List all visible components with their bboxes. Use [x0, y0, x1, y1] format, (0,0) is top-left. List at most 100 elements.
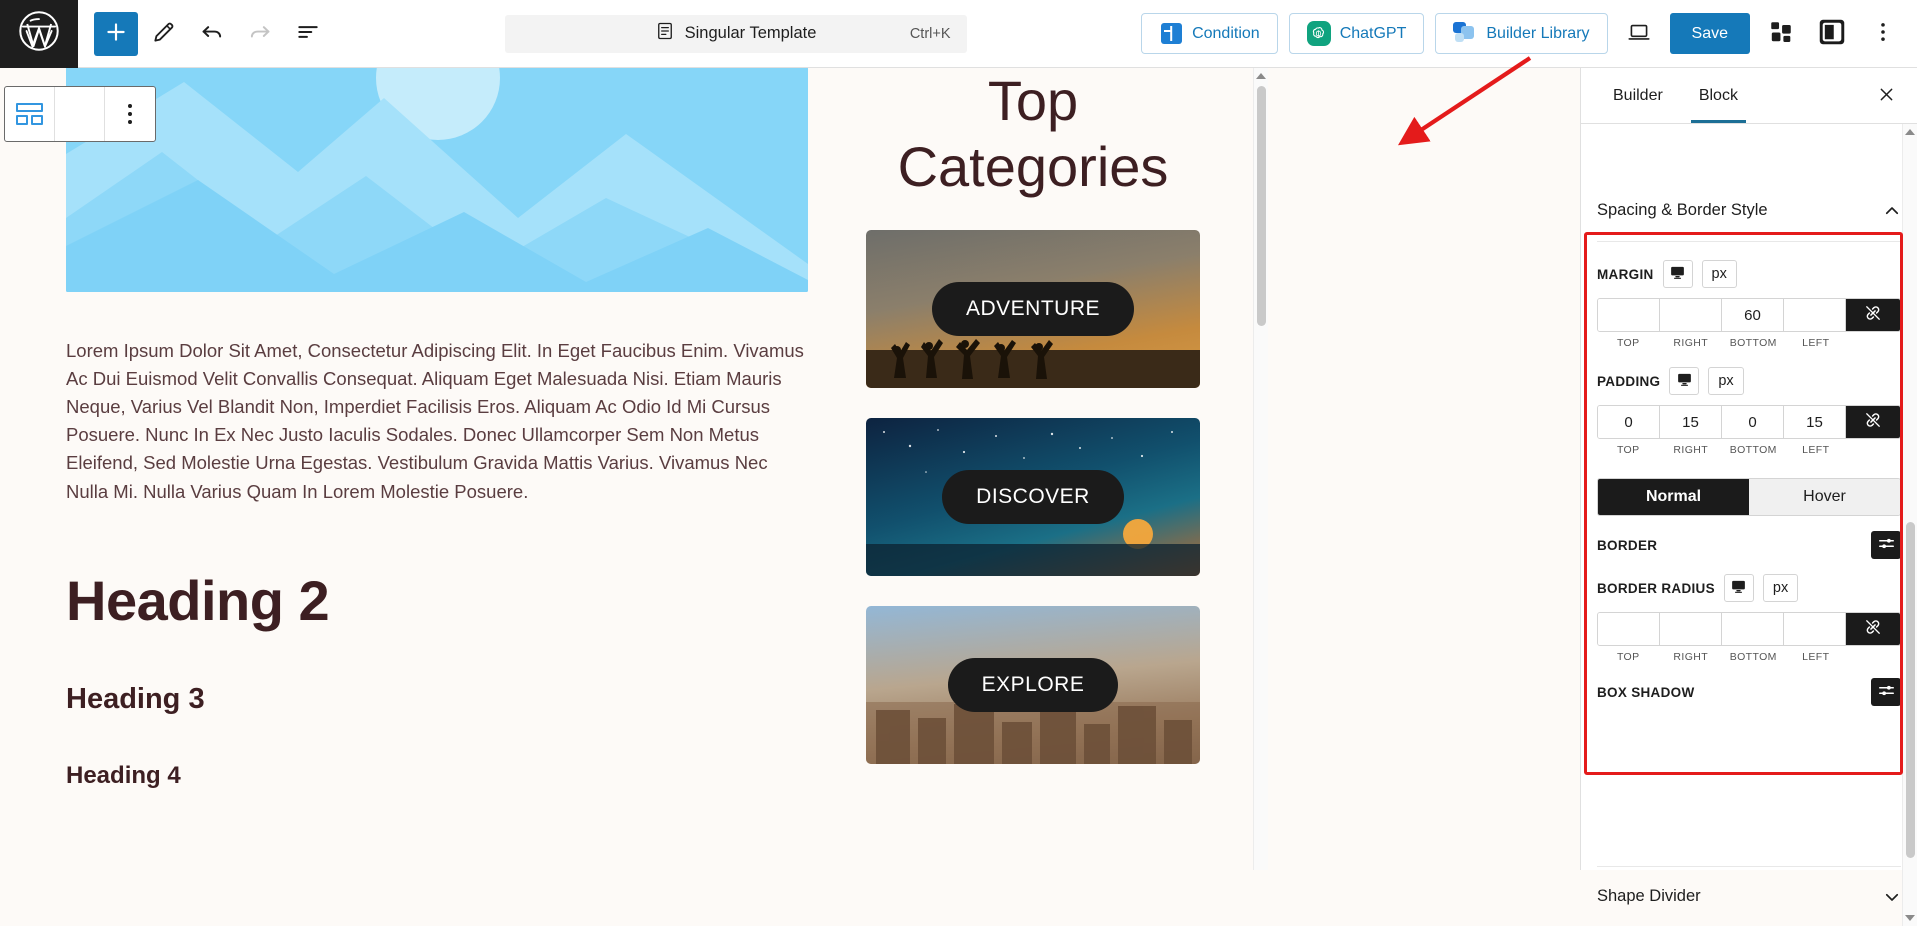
margin-left-input[interactable] [1784, 299, 1846, 331]
heading-level-2[interactable]: Heading 2 [66, 568, 808, 633]
more-options-button[interactable] [1863, 14, 1903, 54]
command-shortcut: Ctrl+K [909, 25, 951, 42]
margin-link-toggle[interactable] [1846, 299, 1900, 331]
padding-left-label: LEFT [1802, 444, 1830, 456]
preview-device-button[interactable] [1619, 14, 1659, 54]
edit-tool-button[interactable] [142, 12, 186, 56]
heading-level-4[interactable]: Heading 4 [66, 762, 808, 790]
padding-left-input[interactable] [1784, 406, 1846, 438]
block-more-options-button[interactable] [105, 87, 155, 141]
padding-link-toggle[interactable] [1846, 406, 1900, 438]
spacing-border-style-header[interactable]: Spacing & Border Style [1597, 180, 1901, 242]
document-overview-button[interactable] [286, 12, 330, 56]
border-radius-top-label: TOP [1616, 651, 1640, 663]
shape-divider-header[interactable]: Shape Divider [1597, 866, 1901, 926]
block-device-button[interactable] [55, 87, 105, 141]
sidebar-scroll-thumb[interactable] [1906, 522, 1915, 858]
settings-sidebar-toggle[interactable] [1812, 14, 1852, 54]
blocks-panel-button[interactable] [1761, 14, 1801, 54]
scroll-up-arrow-icon[interactable] [1256, 73, 1266, 79]
chevron-up-icon [1883, 202, 1901, 220]
unlink-icon [1863, 410, 1883, 435]
border-radius-right-input[interactable] [1660, 613, 1722, 645]
category-card-discover[interactable]: DISCOVER [866, 418, 1200, 577]
tab-builder[interactable]: Builder [1595, 68, 1681, 123]
padding-bottom-label: BOTTOM [1729, 444, 1777, 456]
tab-block[interactable]: Block [1681, 68, 1756, 123]
condition-button[interactable]: Condition [1141, 13, 1278, 54]
spacing-border-style-panel: Spacing & Border Style MARGIN px 60 TOP … [1581, 180, 1917, 721]
add-block-button[interactable] [94, 11, 138, 56]
padding-right-label: RIGHT [1673, 444, 1709, 456]
wordpress-logo-button[interactable] [0, 0, 78, 68]
editor-canvas[interactable]: Lorem Ipsum Dolor Sit Amet, Consectetur … [0, 68, 1268, 870]
unlink-icon [1863, 617, 1883, 642]
state-tab-hover[interactable]: Hover [1749, 479, 1900, 515]
padding-unit-button[interactable]: px [1708, 367, 1744, 395]
margin-inputs [1597, 298, 1901, 332]
border-radius-device-button[interactable] [1723, 574, 1754, 602]
undo-button[interactable] [190, 12, 234, 56]
sidebar-tabs: Builder Block [1581, 68, 1917, 124]
document-title-wrap: Singular Template Ctrl+K [330, 14, 1141, 53]
margin-right-label: RIGHT [1673, 337, 1709, 349]
border-radius-link-toggle[interactable] [1846, 613, 1900, 645]
body-paragraph[interactable]: Lorem Ipsum Dolor Sit Amet, Consectetur … [66, 337, 806, 506]
undo-arrow-icon [199, 19, 225, 48]
sliders-icon [1877, 534, 1896, 556]
editor-top-bar: Singular Template Ctrl+K Condition ChatG… [0, 0, 1917, 68]
margin-bottom-label: BOTTOM [1729, 337, 1777, 349]
command-palette-button[interactable]: Singular Template Ctrl+K [504, 14, 967, 53]
border-settings-button[interactable] [1871, 531, 1901, 559]
top-categories-title[interactable]: Top Categories [866, 68, 1200, 200]
margin-device-button[interactable] [1662, 260, 1693, 288]
margin-header-row: MARGIN px [1597, 242, 1901, 288]
heading-level-3[interactable]: Heading 3 [66, 683, 808, 716]
sidebar-scroll-up-arrow-icon[interactable] [1905, 129, 1915, 135]
border-radius-left-input[interactable] [1784, 613, 1846, 645]
chatgpt-icon [1306, 21, 1331, 46]
sidebar-scrollbar[interactable] [1902, 124, 1917, 926]
toolbar-right-tools: Condition ChatGPT Builder Library Save [1141, 13, 1917, 54]
canvas-scrollbar[interactable] [1253, 68, 1268, 870]
builder-library-button[interactable]: Builder Library [1435, 13, 1608, 54]
border-radius-bottom-input[interactable] [1722, 613, 1784, 645]
box-shadow-settings-button[interactable] [1871, 678, 1901, 706]
list-view-icon [295, 19, 321, 48]
padding-bottom-input[interactable] [1722, 406, 1784, 438]
category-card-explore[interactable]: EXPLORE [866, 606, 1200, 765]
canvas-scroll-thumb[interactable] [1257, 86, 1266, 326]
chatgpt-button[interactable]: ChatGPT [1288, 13, 1425, 54]
laptop-preview-icon [1626, 19, 1652, 48]
shape-divider-title: Shape Divider [1597, 887, 1701, 905]
padding-top-input[interactable] [1598, 406, 1660, 438]
border-radius-bottom-label: BOTTOM [1729, 651, 1777, 663]
close-sidebar-button[interactable] [1867, 77, 1905, 115]
hero-image-block[interactable] [66, 68, 808, 292]
builder-library-label: Builder Library [1486, 24, 1590, 42]
save-button[interactable]: Save [1669, 13, 1750, 54]
margin-unit-button[interactable]: px [1701, 260, 1737, 288]
blocks-stack-icon [1768, 19, 1794, 48]
sidebar-scroll-down-arrow-icon[interactable] [1905, 915, 1915, 921]
margin-top-label: TOP [1616, 337, 1640, 349]
category-card-adventure[interactable]: ADVENTURE [866, 230, 1200, 389]
padding-inputs [1597, 405, 1901, 439]
padding-device-button[interactable] [1669, 367, 1700, 395]
border-row: BORDER [1597, 516, 1901, 574]
border-radius-unit-button[interactable]: px [1762, 574, 1799, 602]
margin-bottom-input[interactable] [1722, 299, 1784, 331]
margin-top-input[interactable] [1598, 299, 1660, 331]
condition-icon [1159, 22, 1183, 46]
redo-button[interactable] [238, 12, 282, 56]
padding-right-input[interactable] [1660, 406, 1722, 438]
block-type-layout-button[interactable] [5, 87, 55, 141]
margin-right-input[interactable] [1660, 299, 1722, 331]
desktop-icon [1676, 371, 1693, 391]
redo-arrow-icon [247, 19, 273, 48]
state-tab-normal[interactable]: Normal [1598, 479, 1749, 515]
border-radius-left-label: LEFT [1802, 651, 1830, 663]
block-toolbar [4, 86, 156, 142]
sliders-icon [1877, 681, 1896, 703]
border-radius-top-input[interactable] [1598, 613, 1660, 645]
